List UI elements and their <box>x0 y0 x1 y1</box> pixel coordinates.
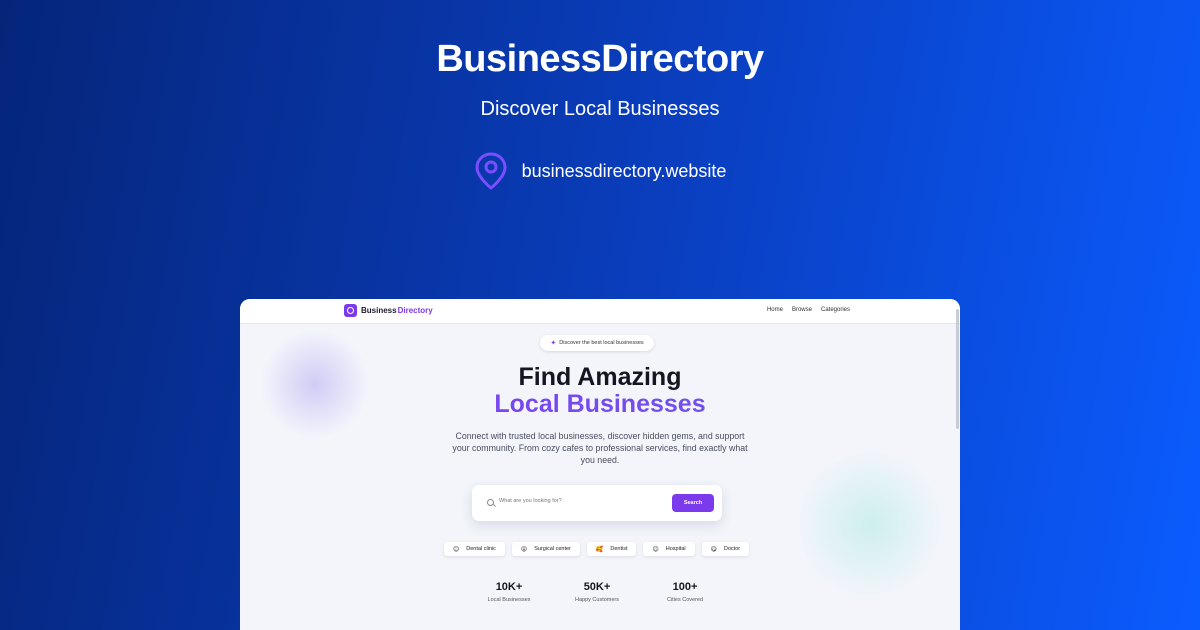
logo-icon <box>344 304 357 317</box>
stat-label: Cities Covered <box>666 597 704 603</box>
chip-label: Dental clinic <box>466 546 496 552</box>
nav-browse[interactable]: Browse <box>792 307 812 313</box>
hero-title: BusinessDirectory <box>436 38 764 80</box>
hero-description: Connect with trusted local businesses, d… <box>452 431 748 465</box>
emoji-icon: 🥰 <box>595 546 604 553</box>
site-url-row: businessdirectory.website <box>0 152 1200 190</box>
top-nav: Business Directory Home Browse Categories <box>240 299 960 324</box>
emoji-icon: 😊 <box>652 546 659 553</box>
search-box: What are you looking for? Search <box>472 485 722 521</box>
nav-categories[interactable]: Categories <box>821 307 850 313</box>
stat-value: 10K+ <box>495 581 523 593</box>
sparkle-icon: ✦ <box>550 340 557 347</box>
website-preview: Business Directory Home Browse Categories… <box>240 299 960 630</box>
emoji-icon: 😊 <box>453 546 460 553</box>
logo-word1: Business <box>361 306 397 315</box>
search-button[interactable]: Search <box>672 494 714 512</box>
chip-label: Doctor <box>723 546 741 552</box>
chip-label: Hospital <box>665 546 686 552</box>
map-pin-icon <box>475 152 507 190</box>
hero-subtitle: Discover Local Businesses <box>480 98 720 120</box>
hero-badge: ✦ Discover the best local businesses <box>540 335 654 351</box>
search-icon <box>487 499 494 506</box>
emoji-icon: 😝 <box>520 546 528 553</box>
nav-home[interactable]: Home <box>767 307 783 313</box>
badge-text: Discover the best local businesses <box>559 340 644 346</box>
chip-label: Surgical center <box>534 546 571 552</box>
headline-line2: Local Businesses <box>240 390 960 419</box>
decor-blob <box>795 449 945 599</box>
chip-dentist[interactable]: 🥰 Dentist <box>586 542 637 556</box>
stat-label: Local Businesses <box>487 597 531 603</box>
emoji-icon: 😋 <box>710 546 717 553</box>
logo-word2: Directory <box>397 306 433 315</box>
stat-customers: 50K+ Happy Customers <box>547 581 647 603</box>
site-logo[interactable]: Business Directory <box>344 304 433 317</box>
stat-cities: 100+ Cities Covered <box>635 581 735 603</box>
chip-hospital[interactable]: 😊 Hospital <box>643 542 695 556</box>
chip-label: Dentist <box>610 546 628 552</box>
stat-value: 50K+ <box>583 581 611 593</box>
stat-label: Happy Customers <box>574 597 620 603</box>
category-chips: 😊 Dental clinic 😝 Surgical center 🥰 Dentist… <box>444 542 750 556</box>
search-input[interactable]: What are you looking for? <box>499 498 562 504</box>
stat-businesses: 10K+ Local Businesses <box>459 581 559 603</box>
chip-doctor[interactable]: 😋 Doctor <box>701 542 750 556</box>
headline-line1: Find Amazing <box>518 363 682 391</box>
stat-value: 100+ <box>672 581 698 593</box>
chip-surgical-center[interactable]: 😝 Surgical center <box>511 542 580 556</box>
chip-dental-clinic[interactable]: 😊 Dental clinic <box>444 542 505 556</box>
site-url[interactable]: businessdirectory.website <box>522 161 727 182</box>
